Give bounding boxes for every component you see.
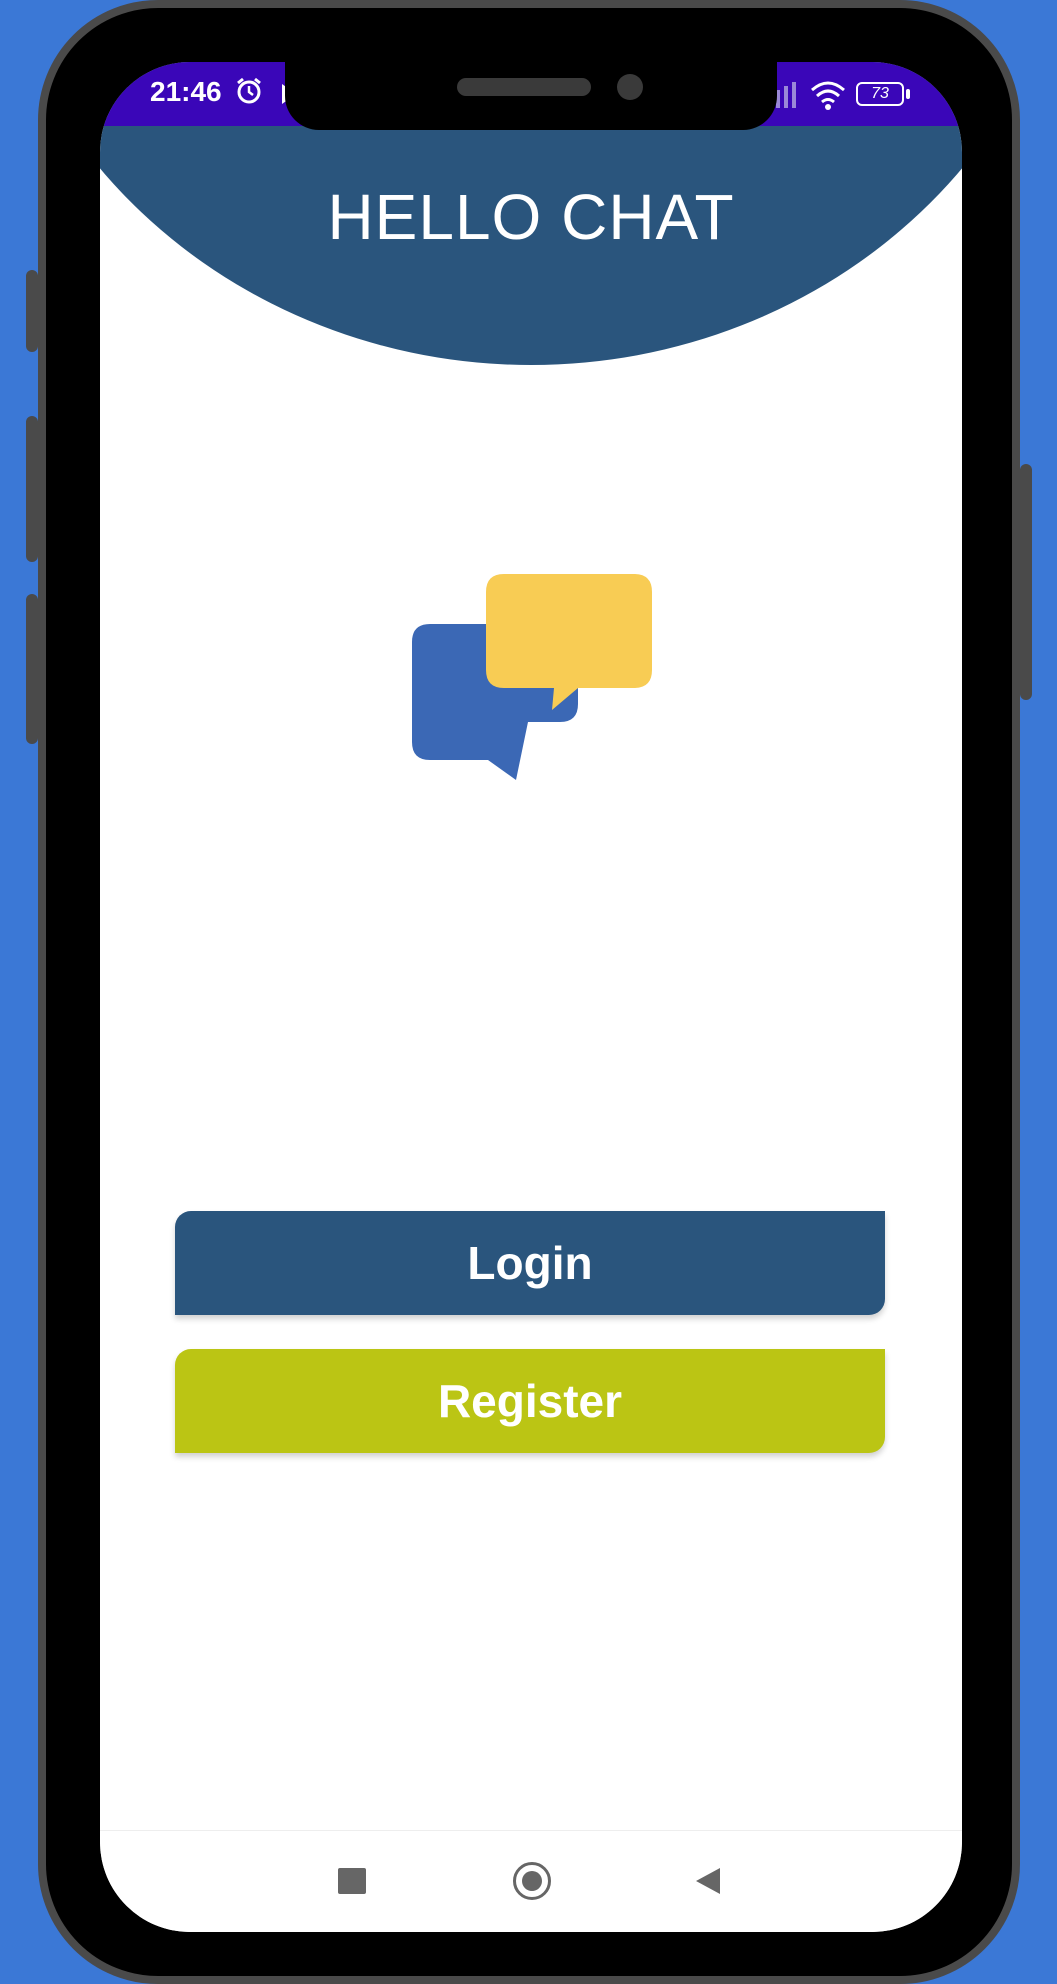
power-button	[1020, 464, 1032, 700]
home-button[interactable]	[510, 1859, 554, 1903]
recents-button[interactable]	[330, 1859, 374, 1903]
chat-bubbles-icon	[412, 574, 652, 780]
front-camera	[617, 74, 643, 100]
navigation-bar	[100, 1830, 962, 1932]
circle-icon	[513, 1862, 551, 1900]
alarm-icon	[237, 77, 261, 104]
volume-button	[26, 270, 38, 352]
triangle-back-icon	[696, 1868, 720, 1894]
battery-icon: 73	[856, 82, 904, 106]
back-button[interactable]	[686, 1859, 730, 1903]
app-screen: HELLO CHAT 21:46 73 Login Register	[100, 62, 962, 1932]
square-icon	[338, 1868, 366, 1894]
speaker-grille	[457, 78, 591, 96]
wifi-icon	[811, 81, 845, 110]
battery-tip	[906, 89, 910, 99]
login-button[interactable]: Login	[175, 1211, 885, 1315]
volume-down-button	[26, 594, 38, 744]
camera-notch	[285, 62, 777, 130]
register-button[interactable]: Register	[175, 1349, 885, 1453]
status-time: 21:46	[150, 76, 222, 107]
volume-up-button	[26, 416, 38, 562]
battery-level: 73	[871, 85, 889, 102]
app-title: HELLO CHAT	[327, 181, 735, 253]
